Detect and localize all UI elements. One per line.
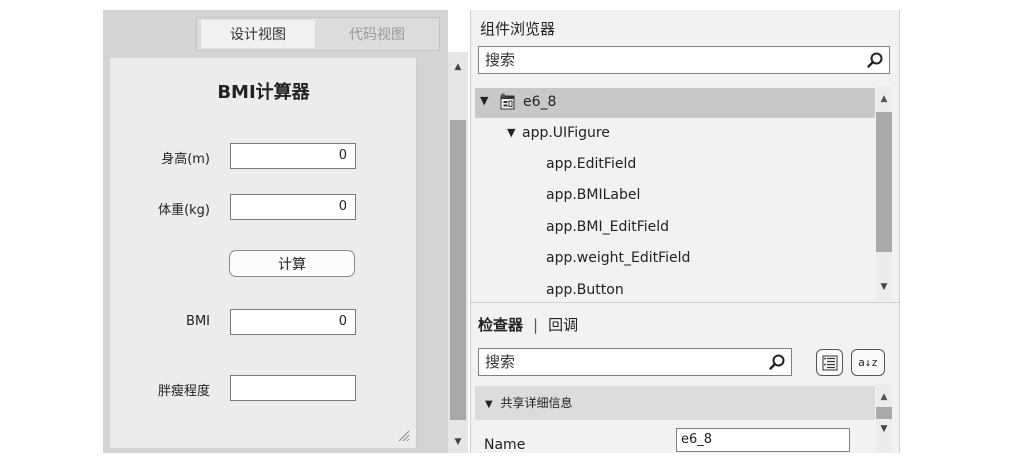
search-icon[interactable] [768,353,786,371]
scroll-up-arrow-icon[interactable]: ▲ [878,94,890,104]
weight-edit-field[interactable]: 0 [230,194,356,220]
property-name-field[interactable]: e6_8 [676,428,850,452]
component-search-input[interactable]: 搜索 [478,46,890,74]
inspector-search-placeholder: 搜索 [485,353,516,371]
tree-item-bmilabel[interactable]: app.BMILabel [546,187,640,203]
scroll-down-arrow-icon[interactable]: ▼ [878,424,890,434]
inspector-scrollbar-thumb[interactable] [876,407,892,419]
tree-scrollbar-thumb[interactable] [876,112,892,252]
resize-grip-icon[interactable] [396,428,410,442]
body-type-edit-field[interactable] [230,375,356,401]
tree-item-weight-editfield[interactable]: app.weight_EditField [546,250,690,266]
component-search-placeholder: 搜索 [485,51,516,69]
tree-item-button[interactable]: app.Button [546,282,624,298]
design-scrollbar-thumb[interactable] [450,120,466,420]
inspector-search-input[interactable]: 搜索 [478,348,792,376]
body-type-label[interactable]: 胖瘦程度 [100,380,210,399]
app-title-label[interactable]: BMI计算器 [110,78,417,104]
section-expander-icon[interactable]: ▼ [485,399,493,410]
tree-item-uifigure[interactable]: app.UIFigure [522,125,610,141]
tab-design-view[interactable]: 设计视图 [201,20,315,48]
tree-item-bmi-editfield[interactable]: app.BMI_EditField [546,219,669,235]
tree-item-root-label[interactable]: e6_8 [523,94,556,110]
tab-inspector[interactable]: 检查器 [478,314,523,335]
panel-divider[interactable] [470,302,900,303]
tab-separator: | [533,315,539,334]
height-label[interactable]: 身高(m) [100,148,210,167]
bmi-label[interactable]: BMI [100,314,210,329]
weight-label[interactable]: 体重(kg) [100,199,210,218]
sort-alpha-icon: a↓z [858,356,878,369]
component-tree [475,86,875,300]
scroll-up-arrow-icon[interactable]: ▲ [878,392,890,402]
property-name-label: Name [484,437,526,453]
component-browser-title: 组件浏览器 [480,20,556,38]
tree-item-editfield[interactable]: app.EditField [546,156,636,172]
sort-alpha-button[interactable]: a↓z [851,349,885,376]
search-icon[interactable] [866,51,884,69]
tree-expander-icon[interactable]: ▼ [480,94,488,107]
height-edit-field[interactable]: 0 [230,143,356,169]
app-file-icon [500,93,515,110]
tab-code-view[interactable]: 代码视图 [318,20,436,48]
group-list-icon [822,355,838,371]
tree-expander-icon[interactable]: ▼ [507,126,515,139]
scroll-down-arrow-icon[interactable]: ▼ [878,282,890,292]
section-title: 共享详细信息 [500,396,573,410]
inspector-tabs: 检查器 | 回调 [478,314,578,335]
scroll-down-arrow-icon[interactable]: ▼ [452,437,464,447]
bottom-edge [470,453,900,463]
tab-callbacks[interactable]: 回调 [548,314,578,335]
section-shared-details[interactable]: ▼ 共享详细信息 [475,386,875,420]
scroll-up-arrow-icon[interactable]: ▲ [452,62,464,72]
group-view-button[interactable] [816,349,843,376]
calculate-button[interactable]: 计算 [229,250,355,277]
bmi-edit-field[interactable]: 0 [230,309,356,335]
